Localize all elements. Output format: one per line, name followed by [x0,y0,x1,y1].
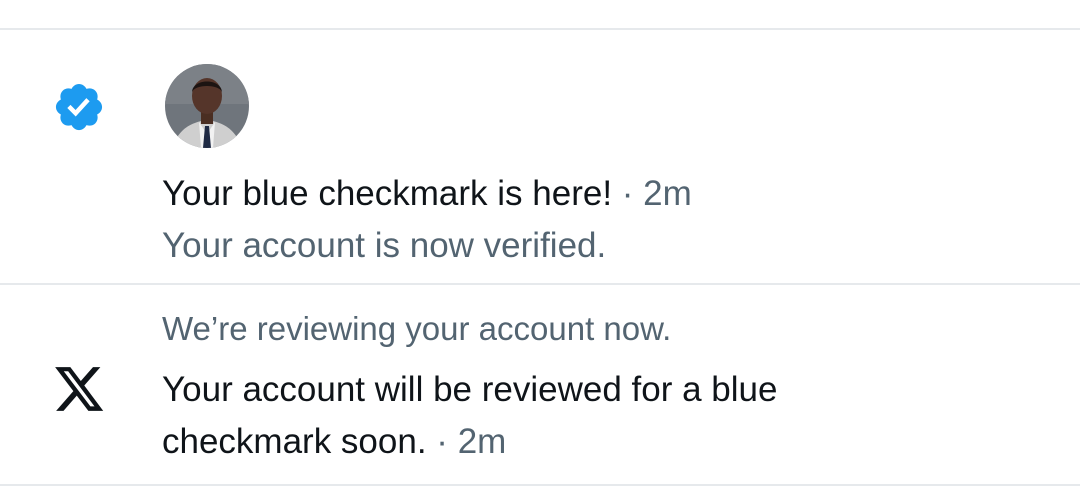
notification-body-line2-row: checkmark soon. · 2m [162,418,506,466]
user-avatar[interactable] [165,64,249,148]
notification-body-line2: checkmark soon. [162,422,427,461]
verified-badge-icon [52,80,106,134]
timestamp: 2m [643,174,692,213]
notification-review[interactable]: We’re reviewing your account now. Your a… [0,285,1080,484]
separator-dot: · [621,174,634,213]
notification-body: Your account is now verified. [162,226,607,265]
notification-title-line: Your blue checkmark is here! · 2m [162,170,692,218]
notification-title: Your blue checkmark is here! [162,174,613,213]
timestamp: 2m [457,422,507,461]
notification-body-line1: Your account will be reviewed for a blue [162,370,778,409]
separator-dot: · [436,422,448,461]
notifications-feed: Your blue checkmark is here! · 2m Your a… [0,0,1080,486]
notification-verified[interactable]: Your blue checkmark is here! · 2m Your a… [0,30,1080,283]
notification-heading: We’re reviewing your account now. [162,310,672,347]
x-logo-icon [55,367,105,413]
